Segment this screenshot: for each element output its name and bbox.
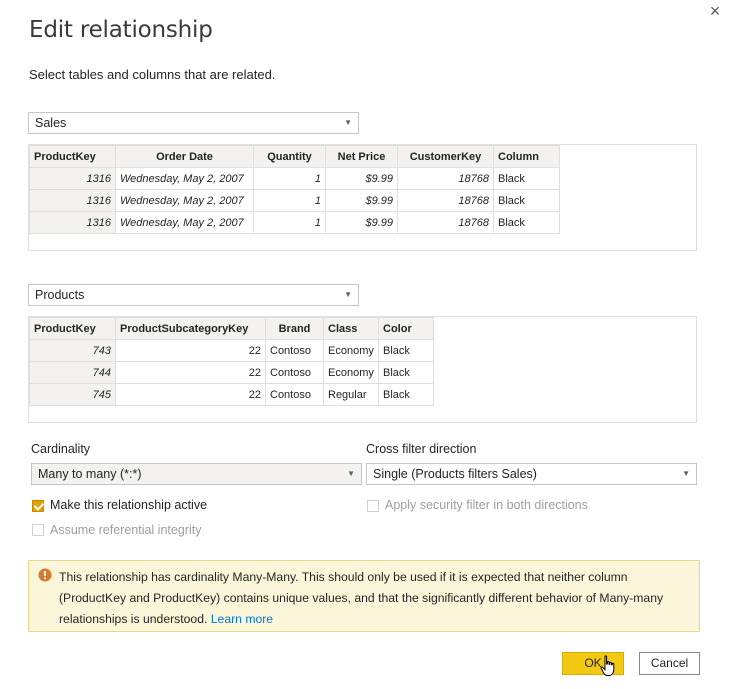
referential-integrity-checkbox[interactable] — [32, 524, 44, 536]
table-cell[interactable]: 1 — [253, 167, 326, 190]
warning-banner: This relationship has cardinality Many-M… — [28, 560, 700, 632]
column-header[interactable]: Net Price — [325, 145, 398, 168]
table-cell[interactable]: Contoso — [265, 383, 324, 406]
learn-more-link[interactable]: Learn more — [211, 612, 273, 626]
table-cell[interactable]: Contoso — [265, 361, 324, 384]
table-cell[interactable]: 1 — [253, 211, 326, 234]
table-cell[interactable]: Economy — [323, 339, 379, 362]
table-cell[interactable]: Contoso — [265, 339, 324, 362]
table-cell[interactable]: Black — [493, 211, 560, 234]
cardinality-label: Cardinality — [31, 442, 91, 456]
table-cell[interactable]: Black — [493, 189, 560, 212]
table1-grid: ProductKey Order Date Quantity Net Price… — [29, 145, 560, 234]
column-header[interactable]: CustomerKey — [397, 145, 494, 168]
column-header[interactable]: Quantity — [253, 145, 326, 168]
column-header[interactable]: ProductKey — [29, 145, 116, 168]
edit-relationship-dialog: × Edit relationship Select tables and co… — [0, 0, 734, 689]
table2-select-value: Products — [35, 288, 85, 302]
make-active-checkbox[interactable] — [32, 500, 44, 512]
table-cell[interactable]: Wednesday, May 2, 2007 — [115, 189, 254, 212]
chevron-down-icon: ▼ — [344, 118, 352, 127]
column-header[interactable]: Brand — [265, 317, 324, 340]
table2-preview: ProductKey ProductSubcategoryKey Brand C… — [28, 316, 697, 423]
table-cell[interactable]: $9.99 — [325, 167, 398, 190]
security-filter-checkbox[interactable] — [367, 500, 379, 512]
table1-select-value: Sales — [35, 116, 67, 130]
table-cell[interactable]: 745 — [29, 383, 116, 406]
column-header[interactable]: ProductSubcategoryKey — [115, 317, 266, 340]
table1-preview: ProductKey Order Date Quantity Net Price… — [28, 144, 697, 251]
security-filter-label[interactable]: Apply security filter in both directions — [385, 498, 588, 512]
table-cell[interactable]: 1316 — [29, 167, 116, 190]
hand-pointer-icon — [600, 655, 615, 676]
table-row: 1316 Wednesday, May 2, 2007 1 $9.99 1876… — [29, 211, 560, 234]
table2-grid: ProductKey ProductSubcategoryKey Brand C… — [29, 317, 434, 406]
table-cell[interactable]: Black — [378, 361, 434, 384]
cross-filter-label: Cross filter direction — [366, 442, 477, 456]
table-cell[interactable]: 18768 — [397, 211, 494, 234]
table-cell[interactable]: $9.99 — [325, 211, 398, 234]
table-cell[interactable]: 18768 — [397, 189, 494, 212]
dialog-title: Edit relationship — [29, 17, 213, 43]
column-header[interactable]: Order Date — [115, 145, 254, 168]
close-icon[interactable]: × — [704, 2, 726, 24]
column-header[interactable]: Color — [378, 317, 434, 340]
table-cell[interactable]: 1316 — [29, 211, 116, 234]
table-cell[interactable]: 22 — [115, 361, 266, 384]
dialog-subtitle: Select tables and columns that are relat… — [29, 67, 276, 82]
table-cell[interactable]: 744 — [29, 361, 116, 384]
table-cell[interactable]: Wednesday, May 2, 2007 — [115, 211, 254, 234]
table-cell[interactable]: Black — [493, 167, 560, 190]
table-cell[interactable]: Economy — [323, 361, 379, 384]
table-row: 745 22 Contoso Regular Black — [29, 383, 434, 406]
column-header[interactable]: Column — [493, 145, 560, 168]
table-cell[interactable]: Wednesday, May 2, 2007 — [115, 167, 254, 190]
table1-select[interactable]: Sales ▼ — [28, 112, 359, 134]
table-cell[interactable]: 1316 — [29, 189, 116, 212]
warning-text: This relationship has cardinality Many-M… — [59, 570, 664, 626]
table-cell[interactable]: 22 — [115, 339, 266, 362]
table-row: 1316 Wednesday, May 2, 2007 1 $9.99 1876… — [29, 189, 560, 212]
cross-filter-select-value: Single (Products filters Sales) — [373, 467, 537, 481]
table-cell[interactable]: $9.99 — [325, 189, 398, 212]
column-header[interactable]: Class — [323, 317, 379, 340]
chevron-down-icon: ▼ — [347, 469, 355, 478]
cardinality-select-value: Many to many (*:*) — [38, 467, 142, 481]
cancel-button[interactable]: Cancel — [639, 652, 700, 675]
warning-icon — [38, 568, 52, 582]
table-cell[interactable]: 22 — [115, 383, 266, 406]
warning-message: This relationship has cardinality Many-M… — [59, 567, 693, 630]
cardinality-select[interactable]: Many to many (*:*) ▼ — [31, 463, 362, 485]
table2-select[interactable]: Products ▼ — [28, 284, 359, 306]
referential-integrity-label[interactable]: Assume referential integrity — [50, 523, 201, 537]
cross-filter-select[interactable]: Single (Products filters Sales) ▼ — [366, 463, 697, 485]
table-cell[interactable]: 1 — [253, 189, 326, 212]
make-active-label[interactable]: Make this relationship active — [50, 498, 207, 512]
table-cell[interactable]: Black — [378, 339, 434, 362]
table-row: 1316 Wednesday, May 2, 2007 1 $9.99 1876… — [29, 167, 560, 190]
table-row: 743 22 Contoso Economy Black — [29, 339, 434, 362]
table-row: 744 22 Contoso Economy Black — [29, 361, 434, 384]
table-cell[interactable]: Black — [378, 383, 434, 406]
table-cell[interactable]: 743 — [29, 339, 116, 362]
chevron-down-icon: ▼ — [682, 469, 690, 478]
column-header[interactable]: ProductKey — [29, 317, 116, 340]
table-cell[interactable]: Regular — [323, 383, 379, 406]
table-cell[interactable]: 18768 — [397, 167, 494, 190]
chevron-down-icon: ▼ — [344, 290, 352, 299]
